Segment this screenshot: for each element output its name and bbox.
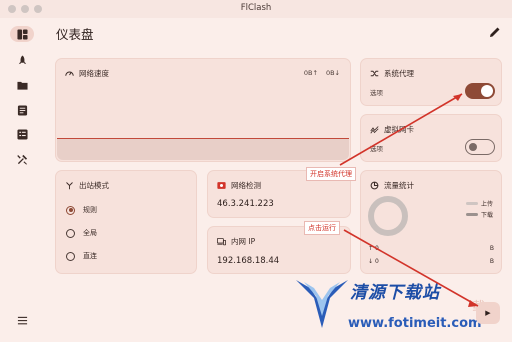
legend-download-swatch	[466, 213, 478, 216]
traffic-donut	[368, 196, 408, 236]
watermark-logo	[296, 280, 348, 328]
intranet-ip-header: 内网 IP	[217, 236, 255, 247]
system-proxy-card: 系统代理 选项	[360, 58, 502, 106]
watermark-cn: 清源下载站	[350, 283, 440, 303]
title-bar: FlClash	[0, 0, 512, 18]
outbound-option-global[interactable]: 全局	[66, 228, 97, 238]
system-proxy-option-label: 选项	[370, 89, 383, 97]
outbound-option-direct[interactable]: 直连	[66, 251, 97, 261]
annotation-click-run: 点击运行	[304, 221, 340, 235]
menu-button[interactable]	[10, 312, 34, 328]
system-proxy-toggle[interactable]	[465, 83, 495, 99]
flag-icon	[217, 182, 226, 189]
window-title: FlClash	[240, 3, 272, 13]
dashboard-icon	[16, 28, 28, 40]
download-speed: 0B↓	[325, 69, 340, 77]
outbound-option-label: 规则	[83, 206, 97, 214]
devices-icon	[217, 238, 226, 246]
legend-upload: 上传	[466, 199, 493, 208]
list-icon	[17, 104, 27, 116]
pencil-icon[interactable]	[489, 26, 501, 38]
network-check-header: 网络检测	[217, 180, 261, 191]
speed-graph	[57, 138, 349, 160]
sidebar	[0, 18, 44, 342]
radio-global[interactable]	[66, 228, 75, 238]
sidebar-item-profiles[interactable]	[10, 77, 34, 93]
intranet-ip-title: 内网 IP	[231, 237, 256, 246]
menu-icon	[17, 316, 27, 324]
rocket-icon	[18, 54, 26, 64]
speedometer-icon	[65, 71, 74, 76]
page-title: 仪表盘	[56, 27, 94, 42]
system-proxy-title: 系统代理	[384, 69, 414, 78]
network-check-title: 网络检测	[231, 181, 261, 190]
network-check-value: 46.3.241.223	[217, 199, 274, 209]
traffic-title: 流量统计	[384, 181, 414, 190]
legend-upload-label: 上传	[481, 201, 494, 208]
table-icon	[16, 128, 28, 140]
traffic-download-row: ↓ 0 B	[368, 258, 494, 265]
network-speed-header: 网络速度	[65, 68, 109, 79]
tools-icon	[16, 154, 27, 165]
fork-icon	[66, 182, 73, 190]
legend-download-label: 下载	[481, 212, 494, 219]
sidebar-item-connections[interactable]	[10, 126, 34, 142]
shuffle-icon	[370, 70, 379, 77]
outbound-option-rule[interactable]: 规则	[66, 205, 97, 215]
pie-chart-icon	[370, 181, 379, 190]
radio-rule[interactable]	[66, 205, 75, 215]
play-icon: ▶	[485, 309, 491, 317]
traffic-up-arrow: ↑	[368, 245, 374, 252]
tun-toggle[interactable]	[465, 139, 495, 155]
tun-title: 虚拟网卡	[384, 125, 414, 134]
traffic-down-unit: B	[489, 258, 494, 265]
sidebar-item-requests[interactable]	[10, 102, 34, 118]
network-speed-title: 网络速度	[79, 69, 109, 78]
traffic-upload-row: ↑ 0 B	[368, 245, 494, 252]
watermark-url: www.fotimeit.com	[348, 316, 482, 331]
folder-icon	[16, 81, 28, 90]
tun-header: 虚拟网卡	[370, 124, 414, 135]
upload-speed: 0B↑	[303, 69, 318, 77]
tun-option-label: 选项	[370, 145, 383, 153]
outbound-option-label: 直连	[83, 252, 97, 260]
speed-values: 0B↑ 0B↓	[304, 69, 340, 77]
legend-download: 下载	[466, 210, 493, 219]
tun-icon	[370, 126, 379, 134]
system-proxy-header: 系统代理	[370, 68, 414, 79]
annotation-enable-proxy: 开启系统代理	[306, 167, 356, 181]
outbound-option-label: 全局	[83, 229, 97, 237]
sidebar-item-tools[interactable]	[10, 151, 34, 167]
run-button[interactable]: ▶	[476, 302, 500, 324]
legend-upload-swatch	[466, 202, 478, 205]
traffic-down-value: 0	[374, 258, 379, 265]
traffic-up-value: 0	[374, 245, 379, 252]
sidebar-item-proxies[interactable]	[10, 52, 34, 68]
radio-direct[interactable]	[66, 251, 75, 261]
outbound-mode-title: 出站模式	[79, 181, 109, 190]
network-speed-card: 网络速度 0B↑ 0B↓	[55, 58, 351, 162]
traffic-down-arrow: ↓	[368, 258, 374, 265]
outbound-mode-header: 出站模式	[65, 180, 109, 191]
tun-card: 虚拟网卡 选项	[360, 114, 502, 162]
intranet-ip-value: 192.168.18.44	[217, 256, 280, 266]
sidebar-item-dashboard[interactable]	[10, 26, 34, 42]
traffic-up-unit: B	[489, 245, 494, 252]
traffic-header: 流量统计	[370, 180, 414, 191]
